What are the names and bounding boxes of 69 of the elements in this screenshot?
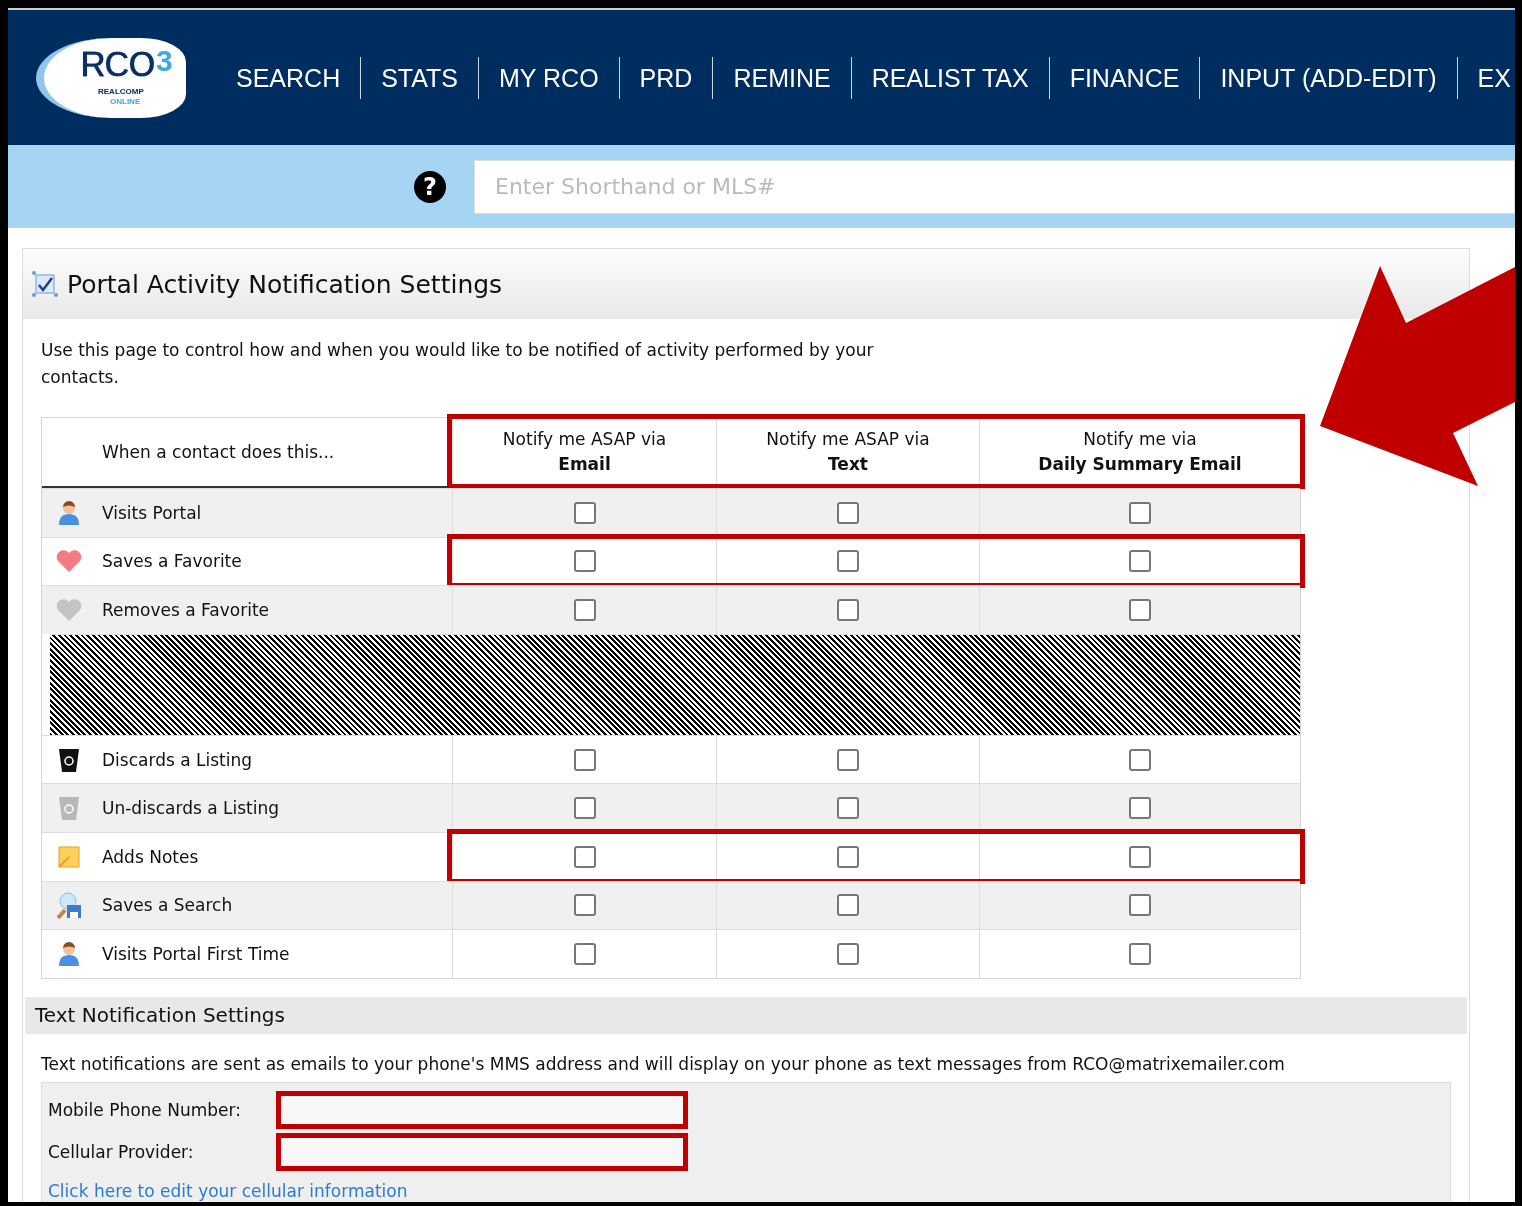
heart-icon — [55, 598, 83, 622]
checkbox[interactable] — [1129, 550, 1151, 573]
checkbox[interactable] — [837, 501, 859, 524]
nav-link[interactable]: MY RCO — [478, 56, 619, 99]
nav-link[interactable]: INPUT (ADD-EDIT) — [1199, 56, 1457, 99]
nav-link[interactable]: FINANCE — [1048, 56, 1200, 99]
field-label: Mobile Phone Number: — [48, 1099, 242, 1120]
input-field[interactable] — [276, 1090, 688, 1129]
checkbox[interactable] — [1129, 845, 1151, 868]
checkbox[interactable] — [1129, 501, 1151, 524]
magnifier-disk-icon — [55, 891, 83, 920]
note-icon — [58, 845, 80, 868]
checkbox[interactable] — [573, 748, 596, 771]
chart-check-icon — [31, 270, 59, 298]
person-icon — [57, 499, 81, 526]
activity-label: Adds Notes — [102, 846, 199, 867]
trash-can-icon — [57, 795, 81, 822]
checkbox[interactable] — [573, 599, 596, 621]
checkbox[interactable] — [1129, 942, 1151, 965]
checkbox[interactable] — [1129, 797, 1151, 820]
person-icon — [57, 940, 81, 967]
column-header: Notify me via Daily Summary Email — [979, 418, 1300, 486]
checkbox[interactable] — [573, 550, 596, 573]
activity-label: Saves a Favorite — [102, 551, 242, 572]
checkbox[interactable] — [837, 894, 859, 917]
checkbox[interactable] — [837, 550, 859, 573]
activity-label: Visits Portal — [102, 502, 202, 523]
nav-link[interactable]: REMINE — [712, 56, 851, 99]
checkbox[interactable] — [1129, 599, 1151, 621]
activity-label: Un-discards a Listing — [102, 798, 280, 819]
nav-link[interactable]: SEARCH — [236, 56, 361, 99]
activity-label: Discards a Listing — [102, 749, 252, 770]
activity-label: Visits Portal First Time — [102, 943, 290, 964]
description-text: Use this page to control how and when you would like to be notified of activity performed by your contacts. — [41, 339, 875, 389]
logo-numeral: 3 — [156, 43, 173, 78]
checkbox[interactable] — [573, 797, 596, 820]
activity-label: Saves a Search — [102, 895, 233, 916]
nav-link[interactable]: REALIST TAX — [850, 56, 1049, 99]
checkbox[interactable] — [837, 845, 859, 868]
checkbox[interactable] — [837, 748, 859, 771]
panel-title: Portal Activity Notification Settings — [67, 269, 503, 299]
field-label: Cellular Provider: — [48, 1141, 195, 1162]
checkbox[interactable] — [1129, 748, 1151, 771]
logo-subtitle: REALCOMP — [98, 86, 144, 96]
column-header: Notify me ASAP via Email — [452, 418, 716, 486]
activity-label: Removes a Favorite — [102, 600, 269, 620]
input-field[interactable] — [276, 1132, 688, 1171]
checkbox[interactable] — [837, 797, 859, 820]
logo-text: RCO — [80, 43, 154, 86]
nav-link[interactable]: EX — [1456, 56, 1515, 99]
checkbox[interactable] — [573, 501, 596, 524]
checkbox[interactable] — [837, 942, 859, 965]
logo-subtitle: ONLINE — [110, 96, 141, 106]
info-text: Text notifications are sent as emails to your phone's MMS address and will display on your phone as text messages from RCO@matrixemailer.com — [41, 1053, 1286, 1076]
checkbox[interactable] — [573, 894, 596, 917]
checkbox[interactable] — [1129, 894, 1151, 917]
column-header: When a contact does this... — [101, 441, 336, 464]
section-title: Text Notification Settings — [25, 996, 1467, 1034]
search-field[interactable]: Enter Shorthand or MLS# — [474, 159, 1515, 214]
checkbox[interactable] — [573, 845, 596, 868]
trash-can-icon — [57, 746, 81, 773]
checkbox[interactable] — [837, 599, 859, 621]
help-button[interactable]: ? — [414, 170, 446, 203]
column-header: Notify me ASAP via Text — [716, 418, 979, 486]
nav-link[interactable]: PRD — [618, 56, 713, 99]
heart-icon — [55, 549, 83, 574]
edit-link[interactable]: Click here to edit your cellular information — [48, 1180, 408, 1201]
nav-link[interactable]: STATS — [360, 56, 479, 99]
checkbox[interactable] — [573, 942, 596, 965]
